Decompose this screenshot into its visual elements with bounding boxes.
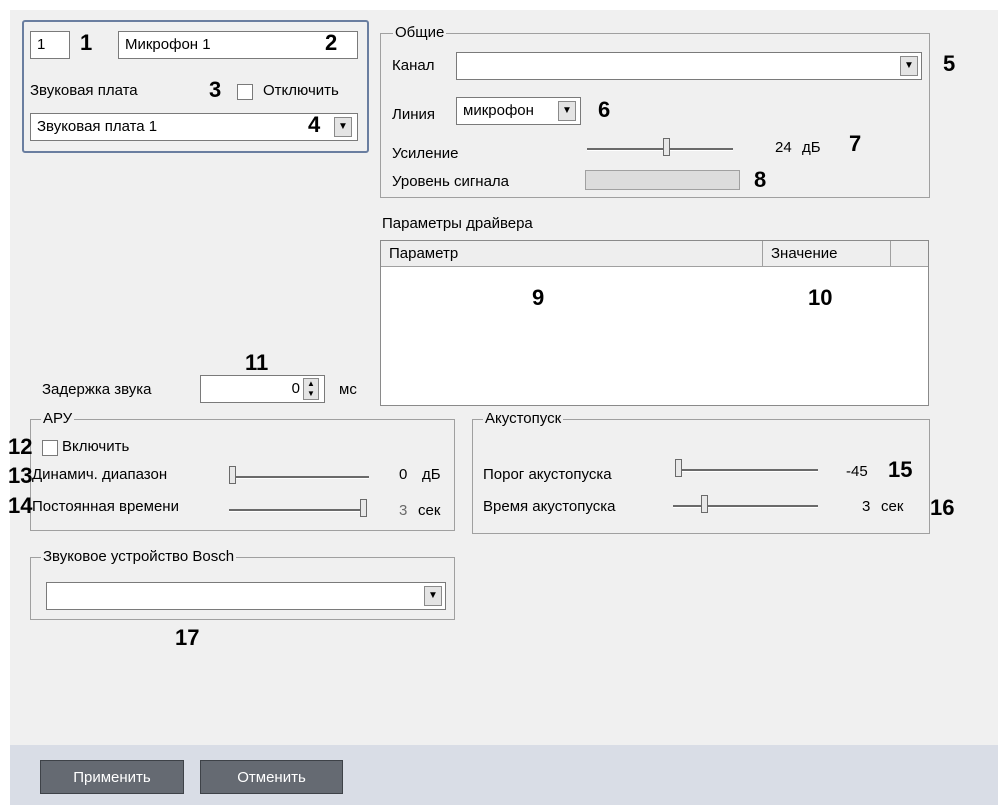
dyn-range-label: Динамич. диапазон: [32, 466, 168, 483]
threshold-track[interactable]: [675, 469, 818, 472]
marker-5: 5: [943, 51, 956, 76]
signal-level-bar: [585, 170, 740, 190]
disable-checkbox[interactable]: [237, 84, 253, 100]
time-const-label: Постоянная времени: [32, 498, 179, 515]
time-const-thumb[interactable]: [360, 499, 367, 517]
driver-table-header: Параметр Значение: [381, 241, 928, 267]
acoustic-time-thumb[interactable]: [701, 495, 708, 513]
marker-3: 3: [209, 77, 222, 102]
marker-14: 14: [8, 493, 33, 518]
time-const-value: 3: [399, 502, 408, 519]
channel-dropdown-icon[interactable]: ▼: [900, 56, 918, 76]
gain-value: 24: [775, 139, 792, 156]
column-value[interactable]: Значение: [763, 241, 891, 266]
dyn-range-unit: дБ: [422, 466, 441, 483]
bosch-title: Звуковое устройство Bosch: [41, 548, 237, 565]
aru-title: АРУ: [41, 410, 75, 427]
marker-6: 6: [598, 97, 611, 122]
marker-10: 10: [808, 285, 833, 310]
column-parameter[interactable]: Параметр: [381, 241, 763, 266]
gain-label: Усиление: [392, 145, 459, 162]
time-const-unit: сек: [418, 502, 441, 519]
channel-label: Канал: [392, 57, 435, 74]
apply-button[interactable]: Применить: [40, 760, 184, 794]
marker-2: 2: [325, 30, 338, 55]
line-select-value: микрофон: [463, 102, 534, 119]
dyn-range-thumb[interactable]: [229, 466, 236, 484]
marker-16: 16: [930, 495, 955, 520]
spin-arrows-icon[interactable]: ▲ ▼: [303, 378, 319, 400]
delay-value: 0: [291, 380, 300, 397]
signal-level-label: Уровень сигнала: [392, 173, 510, 190]
driver-title: Параметры драйвера: [382, 215, 533, 232]
name-field[interactable]: Микрофон 1: [118, 31, 358, 59]
time-const-track[interactable]: [229, 509, 367, 512]
threshold-value: -45: [846, 463, 868, 480]
marker-8: 8: [754, 167, 767, 192]
soundcard-select-value: Звуковая плата 1: [37, 118, 158, 135]
bosch-select[interactable]: [46, 582, 446, 610]
dyn-range-value: 0: [399, 466, 408, 483]
disable-label: Отключить: [263, 82, 339, 99]
marker-13: 13: [8, 463, 33, 488]
general-title: Общие: [393, 24, 447, 41]
dyn-range-track[interactable]: [229, 476, 369, 479]
marker-7: 7: [849, 131, 862, 156]
acoustic-time-track[interactable]: [673, 505, 818, 508]
aru-enable-label: Включить: [62, 438, 130, 455]
acoustic-time-value: 3: [862, 498, 871, 515]
acoustic-time-unit: сек: [881, 498, 904, 515]
gain-slider-track[interactable]: [587, 148, 733, 151]
marker-17: 17: [175, 625, 200, 650]
marker-12: 12: [8, 434, 33, 459]
delay-unit: мс: [339, 381, 357, 398]
marker-11: 11: [245, 350, 269, 375]
soundcard-dropdown-icon[interactable]: ▼: [334, 117, 352, 137]
gain-unit: дБ: [802, 139, 821, 156]
acoustic-time-label: Время акустопуска: [483, 498, 616, 515]
line-dropdown-icon[interactable]: ▼: [558, 101, 576, 121]
bosch-dropdown-icon[interactable]: ▼: [424, 586, 442, 606]
threshold-thumb[interactable]: [675, 459, 682, 477]
channel-select[interactable]: [456, 52, 922, 80]
aru-enable-checkbox[interactable]: [42, 440, 58, 456]
marker-4: 4: [308, 112, 321, 137]
marker-15: 15: [888, 457, 913, 482]
marker-1: 1: [80, 30, 93, 55]
soundcard-label: Звуковая плата: [30, 82, 138, 99]
threshold-label: Порог акустопуска: [483, 466, 612, 483]
cancel-button[interactable]: Отменить: [200, 760, 343, 794]
gain-slider-thumb[interactable]: [663, 138, 670, 156]
line-label: Линия: [392, 106, 436, 123]
delay-label: Задержка звука: [42, 381, 152, 398]
id-field[interactable]: 1: [30, 31, 70, 59]
acoustic-title: Акустопуск: [483, 410, 564, 427]
marker-9: 9: [532, 285, 545, 310]
